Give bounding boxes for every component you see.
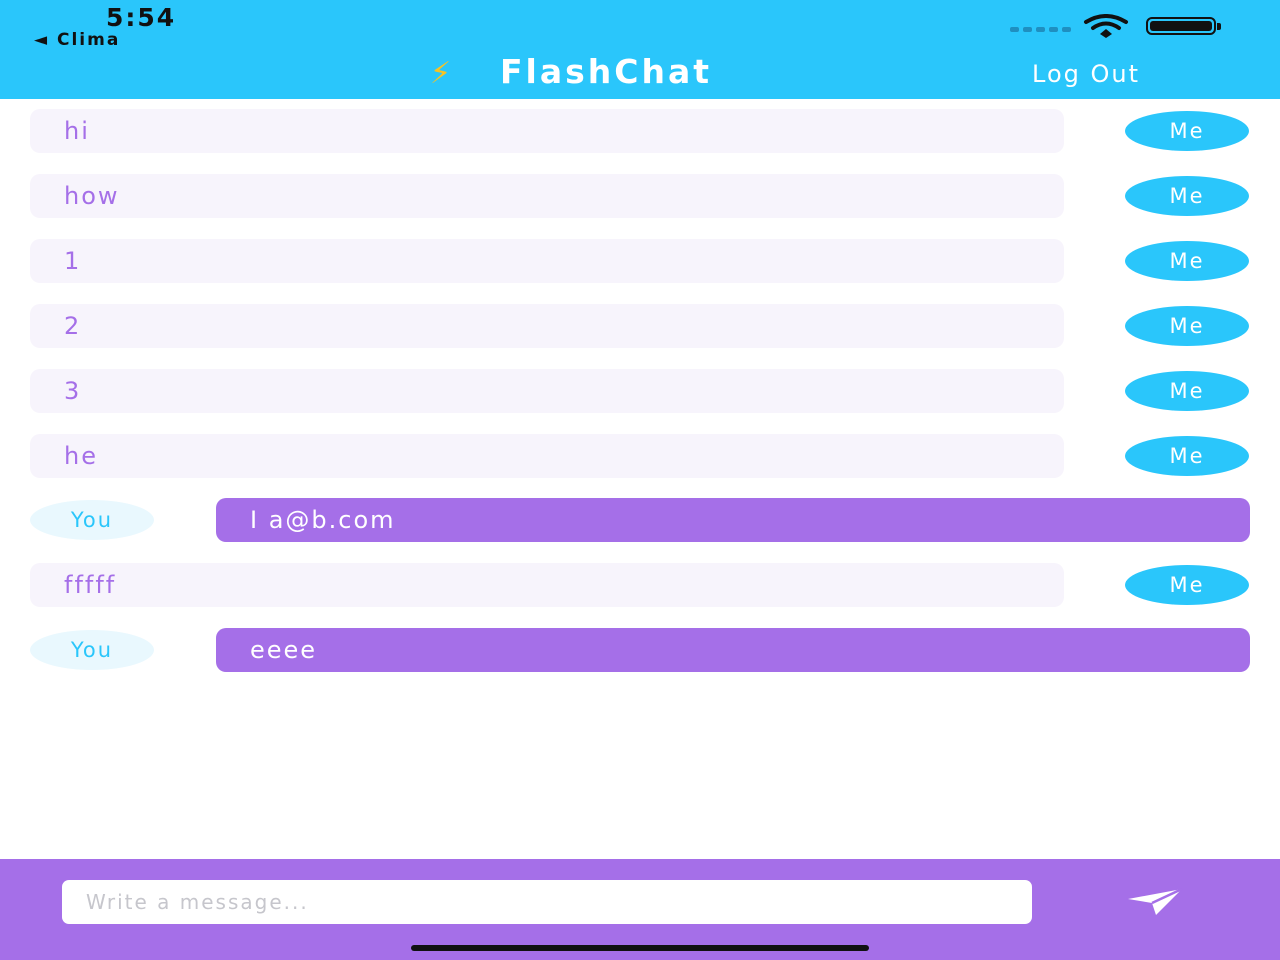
- sender-avatar-me: Me: [1125, 565, 1249, 605]
- message-row: how Me: [0, 174, 1280, 218]
- message-row: hi Me: [0, 109, 1280, 153]
- back-to-app-link[interactable]: ◄ Clima: [34, 30, 120, 50]
- sender-avatar-me: Me: [1125, 111, 1249, 151]
- message-row: he Me: [0, 434, 1280, 478]
- wifi-icon: [1084, 14, 1128, 38]
- message-row: 3 Me: [0, 369, 1280, 413]
- sender-avatar-you: You: [30, 630, 154, 670]
- message-bubble: hi: [30, 109, 1064, 153]
- message-input[interactable]: [62, 880, 1032, 924]
- sender-avatar-me: Me: [1125, 176, 1249, 216]
- sender-avatar-me: Me: [1125, 371, 1249, 411]
- battery-icon: [1146, 17, 1221, 35]
- message-bubble: I a@b.com: [216, 498, 1250, 542]
- message-bubble: 1: [30, 239, 1064, 283]
- cellular-signal-icon: [1010, 27, 1071, 33]
- app-title: FlashChat: [500, 52, 713, 91]
- message-bubble: 3: [30, 369, 1064, 413]
- message-row: You I a@b.com: [0, 498, 1280, 542]
- message-bubble: fffff: [30, 563, 1064, 607]
- sender-avatar-me: Me: [1125, 241, 1249, 281]
- message-row: You eeee: [0, 628, 1280, 672]
- lightning-bolt-icon: ⚡: [430, 56, 452, 91]
- paper-plane-icon[interactable]: [1126, 887, 1184, 917]
- sender-avatar-me: Me: [1125, 436, 1249, 476]
- status-time: 5:54: [106, 3, 177, 32]
- logout-button[interactable]: Log Out: [1032, 60, 1140, 88]
- message-bubble: 2: [30, 304, 1064, 348]
- sender-avatar-you: You: [30, 500, 154, 540]
- navigation-bar: 5:54 ◄ Clima ⚡ FlashChat Log Out: [0, 0, 1280, 99]
- home-indicator: [411, 945, 869, 951]
- message-row: 1 Me: [0, 239, 1280, 283]
- message-bubble: he: [30, 434, 1064, 478]
- message-row: fffff Me: [0, 563, 1280, 607]
- sender-avatar-me: Me: [1125, 306, 1249, 346]
- message-bubble: eeee: [216, 628, 1250, 672]
- message-row: 2 Me: [0, 304, 1280, 348]
- message-bubble: how: [30, 174, 1064, 218]
